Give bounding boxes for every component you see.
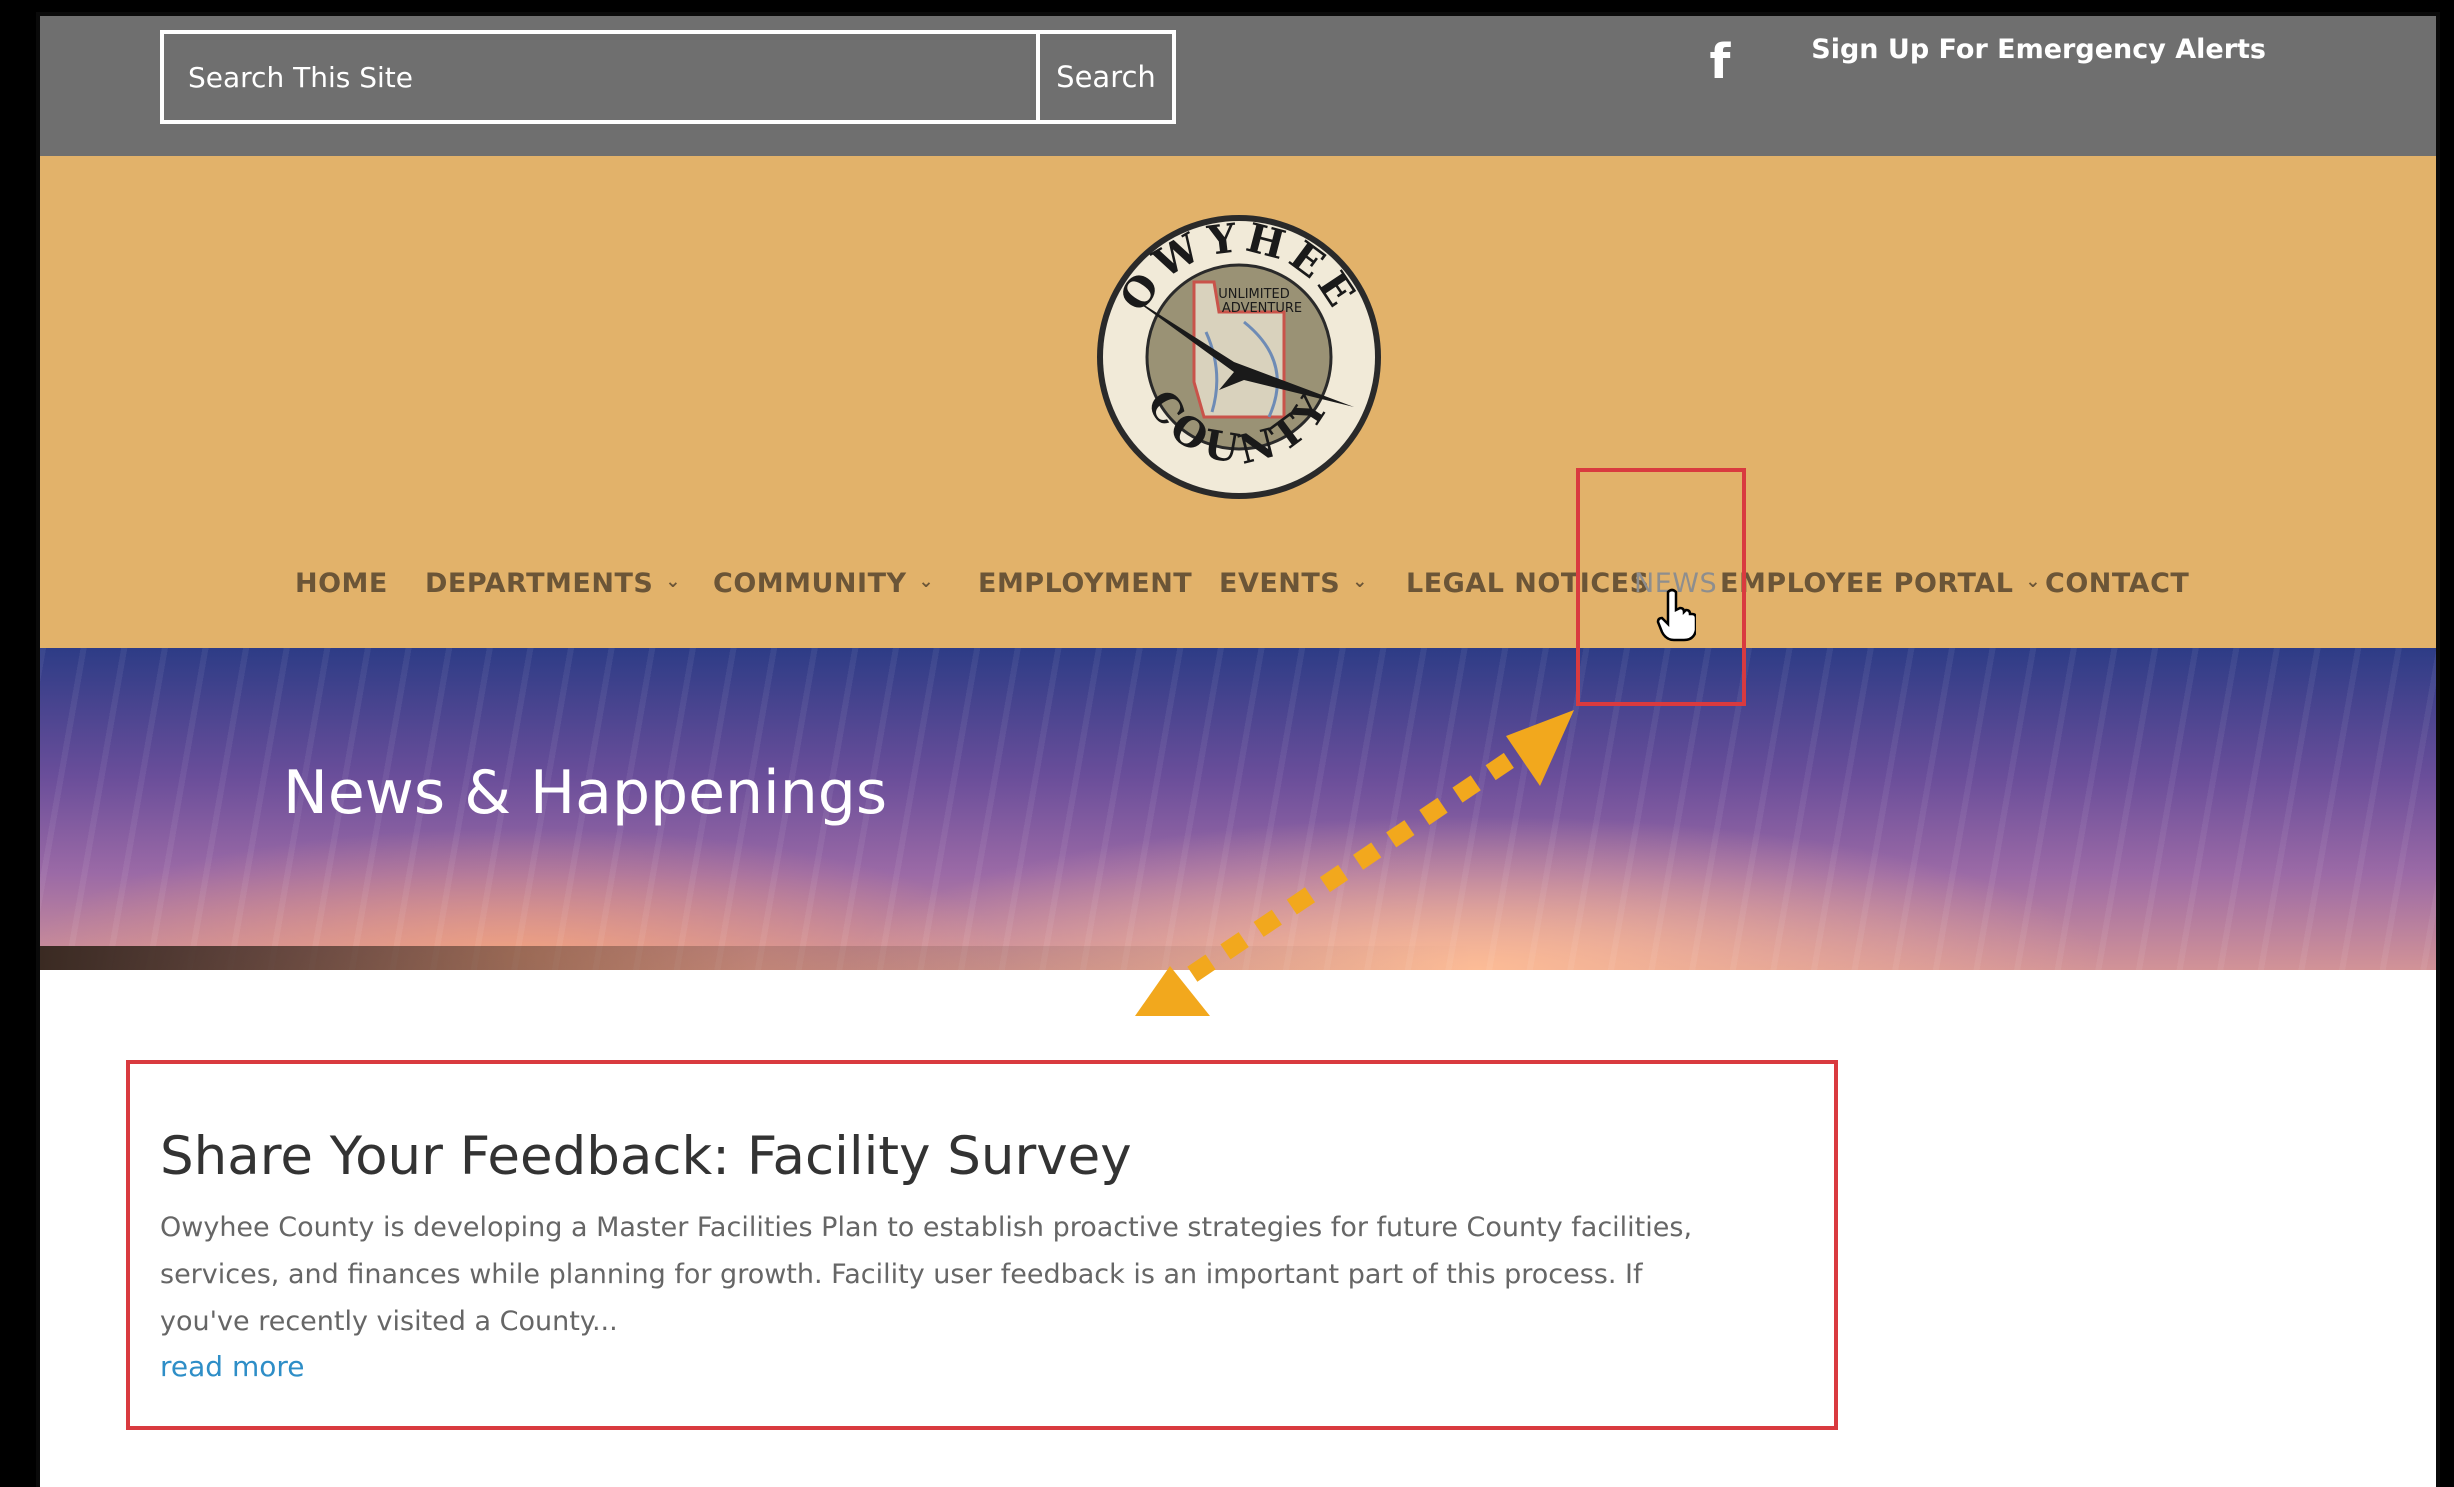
nav-employment[interactable]: EMPLOYMENT: [978, 568, 1192, 599]
nav-contact[interactable]: CONTACT: [2045, 568, 2189, 599]
chevron-down-icon: ⌄: [1352, 571, 1368, 592]
owyhee-county-logo[interactable]: OWYHEE COUNTY UNLIMITED ADVENTURE: [1094, 212, 1384, 502]
post-title[interactable]: Share Your Feedback: Facility Survey: [160, 1126, 1132, 1187]
site-header: OWYHEE COUNTY UNLIMITED ADVENTURE HOME D…: [40, 156, 2436, 648]
nav-label: CONTACT: [2045, 568, 2190, 599]
search-form: Search: [160, 30, 1176, 124]
nav-departments[interactable]: DEPARTMENTS ⌄: [425, 568, 681, 599]
emergency-alerts-link[interactable]: Sign Up For Emergency Alerts: [1811, 34, 2266, 65]
nav-community[interactable]: COMMUNITY ⌄: [713, 568, 934, 599]
page-title: News & Happenings: [283, 758, 888, 828]
nav-label: EMPLOYEE PORTAL: [1720, 568, 2014, 599]
hand-pointer-icon: [1656, 588, 1696, 642]
logo-tagline-2: ADVENTURE: [1222, 301, 1302, 316]
read-more-link[interactable]: read more: [160, 1350, 304, 1383]
nav-label: EVENTS: [1219, 568, 1341, 599]
hero-horizon: [40, 946, 2436, 970]
chevron-down-icon: ⌄: [2025, 571, 2042, 592]
nav-home[interactable]: HOME: [295, 568, 388, 599]
search-input[interactable]: [164, 34, 1036, 120]
nav-label: DEPARTMENTS: [425, 568, 654, 599]
nav-events[interactable]: EVENTS ⌄: [1219, 568, 1368, 599]
hero-banner: News & Happenings: [40, 648, 2436, 970]
search-button[interactable]: Search: [1036, 34, 1172, 120]
nav-label: EMPLOYMENT: [978, 568, 1193, 599]
nav-label: COMMUNITY: [713, 568, 907, 599]
chevron-down-icon: ⌄: [665, 571, 681, 592]
facebook-icon[interactable]: f: [1700, 34, 1740, 90]
nav-employee-portal[interactable]: EMPLOYEE PORTAL ⌄: [1720, 568, 2041, 599]
post-excerpt: Owyhee County is developing a Master Fac…: [160, 1212, 1693, 1337]
nav-label: HOME: [295, 568, 388, 599]
page: Search f Sign Up For Emergency Alerts OW…: [40, 16, 2436, 1487]
top-bar: Search f Sign Up For Emergency Alerts: [40, 16, 2436, 156]
arrowhead-bottom-icon: [1135, 966, 1210, 1016]
chevron-down-icon: ⌄: [918, 571, 935, 592]
news-highlight-box: [1576, 468, 1746, 706]
logo-tagline-1: UNLIMITED: [1218, 287, 1290, 302]
